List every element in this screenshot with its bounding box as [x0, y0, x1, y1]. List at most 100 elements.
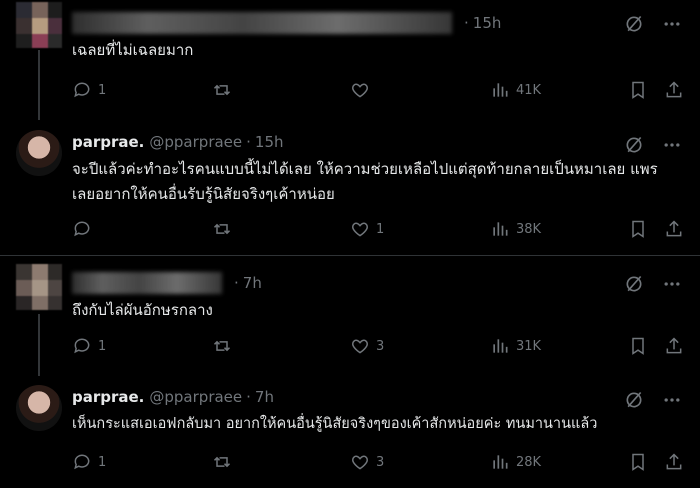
share-icon	[666, 337, 682, 354]
tweet[interactable]: parprae. @pparpraee · 15h จะปีแล้วค่ะทำอ…	[0, 125, 700, 255]
heart-icon	[352, 455, 368, 470]
bookmark-icon	[632, 220, 644, 238]
like-button[interactable]	[350, 80, 376, 100]
retweet-icon	[213, 456, 231, 468]
heart-icon	[352, 339, 368, 354]
view-count: 28K	[516, 454, 542, 470]
tweet-actions: 1 38K	[72, 219, 686, 241]
separator: ·	[234, 274, 239, 292]
blurred-username	[72, 12, 452, 34]
view-count: 38K	[516, 221, 542, 237]
avatar[interactable]	[16, 130, 62, 176]
user-handle[interactable]: @pparpraee	[149, 133, 242, 151]
reply-count: 1	[98, 454, 107, 470]
more-icon[interactable]	[662, 14, 682, 34]
share-button[interactable]	[664, 336, 684, 356]
display-name[interactable]: parprae.	[72, 388, 144, 406]
views-button[interactable]: 38K	[490, 219, 541, 239]
heart-icon	[352, 222, 368, 237]
reply-count: 1	[98, 82, 107, 98]
share-icon	[666, 453, 682, 470]
tweet-header: parprae. @pparpraee · 15h	[72, 133, 284, 151]
tweet-top-icons	[624, 135, 682, 155]
bookmark-button[interactable]	[628, 80, 648, 100]
share-icon	[666, 220, 682, 237]
heart-icon	[352, 83, 368, 98]
reply-count: 1	[98, 338, 107, 354]
bookmark-icon	[632, 81, 644, 99]
separator: ·	[246, 388, 251, 406]
like-button[interactable]: 3	[350, 336, 384, 356]
user-handle[interactable]: @pparpraee	[149, 388, 242, 406]
tweet-text: เฉลยที่ไม่เฉลยมาก	[72, 41, 194, 59]
avatar[interactable]	[16, 385, 62, 431]
avatar[interactable]	[16, 2, 62, 48]
share-icon	[666, 81, 682, 98]
more-icon[interactable]	[662, 274, 682, 294]
tweet[interactable]: · 7h ถึงกับไล่ผันอักษรกลาง 1 3 31K	[0, 256, 700, 376]
share-button[interactable]	[664, 80, 684, 100]
thread-line	[38, 314, 40, 376]
blurred-username	[72, 272, 222, 294]
views-button[interactable]: 31K	[490, 336, 541, 356]
retweet-button[interactable]	[212, 219, 238, 239]
tweet-actions: 1 3 31K	[72, 336, 686, 358]
reply-icon	[74, 338, 90, 354]
avatar[interactable]	[16, 264, 62, 310]
like-count: 3	[376, 454, 385, 470]
tweet[interactable]: · 15h เฉลยที่ไม่เฉลยมาก 1 41K	[0, 0, 700, 125]
tweet-text: ถึงกับไล่ผันอักษรกลาง	[72, 301, 213, 319]
reply-button[interactable]: 1	[72, 336, 106, 356]
more-icon[interactable]	[662, 135, 682, 155]
views-icon	[493, 222, 508, 236]
retweet-icon	[213, 223, 231, 235]
timestamp[interactable]: 7h	[243, 274, 262, 292]
reply-button[interactable]: 1	[72, 452, 106, 472]
timestamp[interactable]: 7h	[255, 388, 274, 406]
tweet-header: · 7h	[72, 272, 262, 294]
retweet-button[interactable]	[212, 452, 238, 472]
tweet-actions: 1 3 28K	[72, 452, 686, 474]
share-button[interactable]	[664, 219, 684, 239]
thread-line	[38, 50, 40, 120]
display-name[interactable]: parprae.	[72, 133, 144, 151]
share-button[interactable]	[664, 452, 684, 472]
grok-icon[interactable]	[624, 274, 644, 294]
tweet-top-icons	[624, 274, 682, 294]
tweet-actions: 1 41K	[72, 80, 686, 102]
like-button[interactable]: 1	[350, 219, 384, 239]
views-icon	[493, 339, 508, 353]
tweet[interactable]: parprae. @pparpraee · 7h เห็นกระแสเอเอฟก…	[0, 374, 700, 488]
reply-icon	[74, 221, 90, 237]
views-icon	[493, 455, 508, 469]
like-count: 1	[376, 221, 385, 237]
bookmark-icon	[632, 453, 644, 471]
more-icon[interactable]	[662, 390, 682, 410]
like-count: 3	[376, 338, 385, 354]
timestamp[interactable]: 15h	[473, 14, 502, 32]
grok-icon[interactable]	[624, 135, 644, 155]
bookmark-button[interactable]	[628, 452, 648, 472]
bookmark-button[interactable]	[628, 336, 648, 356]
tweet-top-icons	[624, 14, 682, 34]
views-icon	[493, 83, 508, 97]
tweet-text: จะปีแล้วค่ะทำอะไรคนแบบนี้ไม่ได้เลย ให้คว…	[72, 160, 658, 203]
like-button[interactable]: 3	[350, 452, 384, 472]
views-button[interactable]: 28K	[490, 452, 541, 472]
retweet-button[interactable]	[212, 336, 238, 356]
bookmark-icon	[632, 337, 644, 355]
tweet-header: parprae. @pparpraee · 7h	[72, 388, 274, 406]
retweet-button[interactable]	[212, 80, 238, 100]
grok-icon[interactable]	[624, 14, 644, 34]
timestamp[interactable]: 15h	[255, 133, 284, 151]
retweet-icon	[213, 340, 231, 352]
retweet-icon	[213, 84, 231, 96]
bookmark-button[interactable]	[628, 219, 648, 239]
reply-button[interactable]: 1	[72, 80, 106, 100]
tweet-header: · 15h	[72, 12, 501, 34]
reply-button[interactable]	[72, 219, 98, 239]
views-button[interactable]: 41K	[490, 80, 541, 100]
tweet-top-icons	[624, 390, 682, 410]
grok-icon[interactable]	[624, 390, 644, 410]
separator: ·	[464, 14, 469, 32]
